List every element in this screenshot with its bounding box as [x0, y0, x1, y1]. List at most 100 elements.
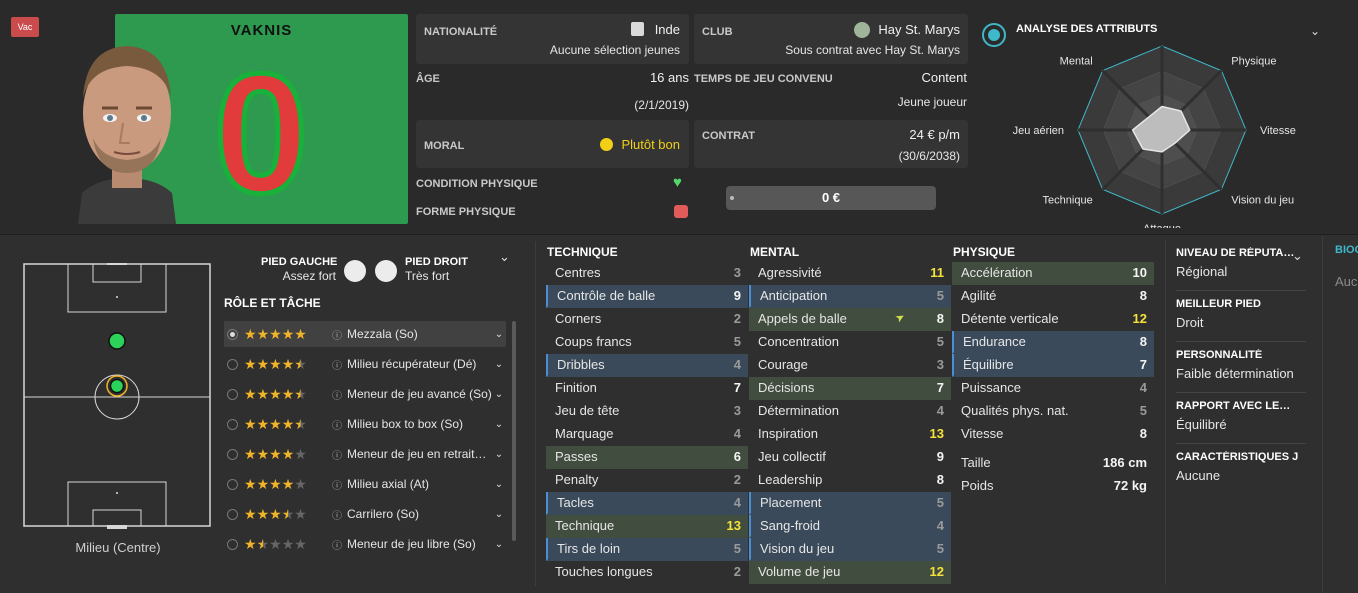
roles-scrollbar[interactable]	[512, 321, 516, 541]
role-radio[interactable]	[227, 418, 238, 430]
bio-panel: BIOG Aucu	[1322, 236, 1358, 593]
attribute-row[interactable]: Décisions 7	[749, 377, 951, 400]
role-rating: ★ ★ ★ ★ ★	[244, 357, 324, 371]
attribute-row[interactable]: Accélération 10	[952, 262, 1154, 285]
info-icon[interactable]: ⓘ	[332, 387, 342, 402]
attribute-row[interactable]: Qualités phys. nat. 5	[952, 400, 1154, 423]
attribute-row[interactable]: Vitesse 8	[952, 423, 1154, 446]
attribute-row[interactable]: Vision du jeu 5	[749, 538, 951, 561]
star-icon: ★	[294, 416, 307, 432]
info-icon[interactable]: ⓘ	[332, 447, 342, 462]
side-item-title: CARACTÉRISTIQUES J	[1176, 451, 1299, 463]
role-row[interactable]: ★ ★ ★ ★ ★ ⓘ Mezzala (So) ⌄	[224, 321, 506, 347]
role-row[interactable]: ★ ★ ★ ★ ★ ⓘ Meneur de jeu en retrait… ⌄	[224, 441, 506, 467]
analysis-chevron-down-icon[interactable]: ⌄	[1310, 24, 1320, 38]
fitness-label: FORME PHYSIQUE	[416, 206, 516, 218]
chevron-down-icon[interactable]: ⌄	[492, 479, 506, 490]
chevron-down-icon[interactable]: ⌄	[492, 329, 506, 340]
attribute-row[interactable]: Tirs de loin 5	[546, 538, 748, 561]
attribute-row[interactable]: Appels de balle 8 ➤	[749, 308, 951, 331]
star-icon: ★	[256, 326, 270, 342]
morale-value[interactable]: Plutôt bon	[621, 137, 680, 152]
club-value[interactable]: Hay St. Marys	[878, 22, 960, 37]
attribute-row[interactable]: Finition 7	[546, 377, 748, 400]
role-row[interactable]: ★ ★ ★ ★ ★ ⓘ Milieu box to box (So) ⌄	[224, 411, 506, 437]
chevron-down-icon[interactable]: ⌄	[492, 539, 506, 550]
attribute-row[interactable]: Leadership 8	[749, 469, 951, 492]
attribute-row[interactable]: Sang-froid 4	[749, 515, 951, 538]
star-icon: ★	[269, 476, 282, 492]
role-row[interactable]: ★ ★ ★ ★ ★ ⓘ Meneur de jeu libre (So) ⌄	[224, 531, 506, 557]
left-foot-label: PIED GAUCHE	[261, 256, 338, 268]
info-icon[interactable]: ⓘ	[332, 327, 342, 342]
attribute-row[interactable]: Équilibre 7	[952, 354, 1154, 377]
feet-chevron-down-icon[interactable]: ⌄	[499, 249, 510, 265]
role-row[interactable]: ★ ★ ★ ★ ★ ⓘ Meneur de jeu avancé (So) ⌄	[224, 381, 506, 407]
attribute-row[interactable]: Passes 6	[546, 446, 748, 469]
info-icon[interactable]: ⓘ	[332, 357, 342, 372]
role-radio[interactable]	[227, 508, 238, 520]
info-icon[interactable]: ⓘ	[332, 417, 342, 432]
role-radio[interactable]	[227, 358, 238, 370]
club-label: CLUB	[702, 26, 733, 38]
attribute-row[interactable]: Endurance 8	[952, 331, 1154, 354]
attribute-row[interactable]: Marquage 4	[546, 423, 748, 446]
attribute-name: Corners	[555, 311, 602, 326]
attribute-row[interactable]: Contrôle de balle 9	[546, 285, 748, 308]
attribute-row[interactable]: Touches longues 2	[546, 561, 748, 584]
attribute-value: 2	[733, 472, 741, 487]
role-name: Milieu box to box (So)	[347, 417, 464, 431]
attribute-row[interactable]: Volume de jeu 12	[749, 561, 951, 584]
attribute-row[interactable]: Anticipation 5	[749, 285, 951, 308]
chevron-down-icon[interactable]: ⌄	[492, 389, 506, 400]
contract-end: (30/6/2038)	[898, 149, 960, 163]
attribute-row[interactable]: Détente verticale 12	[952, 308, 1154, 331]
role-row[interactable]: ★ ★ ★ ★ ★ ⓘ Carrilero (So) ⌄	[224, 501, 506, 527]
side-item: CARACTÉRISTIQUES J Aucune	[1176, 451, 1306, 483]
technique-column: TECHNIQUE Centres 3 Contrôle de balle 9 Corn…	[546, 242, 748, 584]
attribute-row[interactable]: Coups francs 5	[546, 331, 748, 354]
attribute-row[interactable]: Corners 2	[546, 308, 748, 331]
attribute-row[interactable]: Dribbles 4	[546, 354, 748, 377]
attribute-row[interactable]: Jeu de tête 3	[546, 400, 748, 423]
role-row[interactable]: ★ ★ ★ ★ ★ ⓘ Milieu axial (At) ⌄	[224, 471, 506, 497]
value-marker-icon	[730, 196, 734, 200]
attribute-row[interactable]: Courage 3	[749, 354, 951, 377]
role-radio[interactable]	[227, 538, 238, 550]
attribute-row[interactable]: Puissance 4	[952, 377, 1154, 400]
value-bar[interactable]: 0 €	[726, 186, 936, 210]
role-radio[interactable]	[227, 328, 238, 340]
chevron-down-icon[interactable]: ⌄	[492, 359, 506, 370]
physique-title: PHYSIQUE	[953, 245, 1016, 259]
nationality-value[interactable]: Inde	[655, 22, 680, 37]
attribute-row[interactable]: Concentration 5	[749, 331, 951, 354]
star-icon: ★	[269, 446, 282, 462]
attribute-value: 4	[733, 426, 741, 441]
attribute-row[interactable]: Agilité 8	[952, 285, 1154, 308]
attribute-row[interactable]: Technique 13	[546, 515, 748, 538]
attribute-row[interactable]: Agressivité 11	[749, 262, 951, 285]
side-chevron-down-icon[interactable]: ⌄	[1292, 248, 1303, 264]
side-item: NIVEAU DE RÉPUTA… Régional	[1176, 247, 1306, 291]
chevron-down-icon[interactable]: ⌄	[492, 509, 506, 520]
attribute-value: 5	[936, 541, 944, 556]
info-icon[interactable]: ⓘ	[332, 537, 342, 552]
chevron-down-icon[interactable]: ⌄	[492, 449, 506, 460]
star-icon: ★	[281, 326, 295, 342]
attribute-row[interactable]: Tacles 4	[546, 492, 748, 515]
role-name: Milieu axial (At)	[347, 477, 430, 491]
attribute-row[interactable]: Placement 5	[749, 492, 951, 515]
attribute-row[interactable]: Inspiration 13	[749, 423, 951, 446]
info-icon[interactable]: ⓘ	[332, 477, 342, 492]
attribute-row[interactable]: Jeu collectif 9	[749, 446, 951, 469]
role-radio[interactable]	[227, 388, 238, 400]
role-row[interactable]: ★ ★ ★ ★ ★ ⓘ Milieu récupérateur (Dé) ⌄	[224, 351, 506, 377]
chevron-down-icon[interactable]: ⌄	[492, 419, 506, 430]
attribute-row[interactable]: Penalty 2	[546, 469, 748, 492]
role-radio[interactable]	[227, 448, 238, 460]
attribute-row[interactable]: Détermination 4	[749, 400, 951, 423]
info-icon[interactable]: ⓘ	[332, 507, 342, 522]
role-radio[interactable]	[227, 478, 238, 490]
attribute-value: 2	[733, 311, 741, 326]
attribute-row[interactable]: Centres 3	[546, 262, 748, 285]
